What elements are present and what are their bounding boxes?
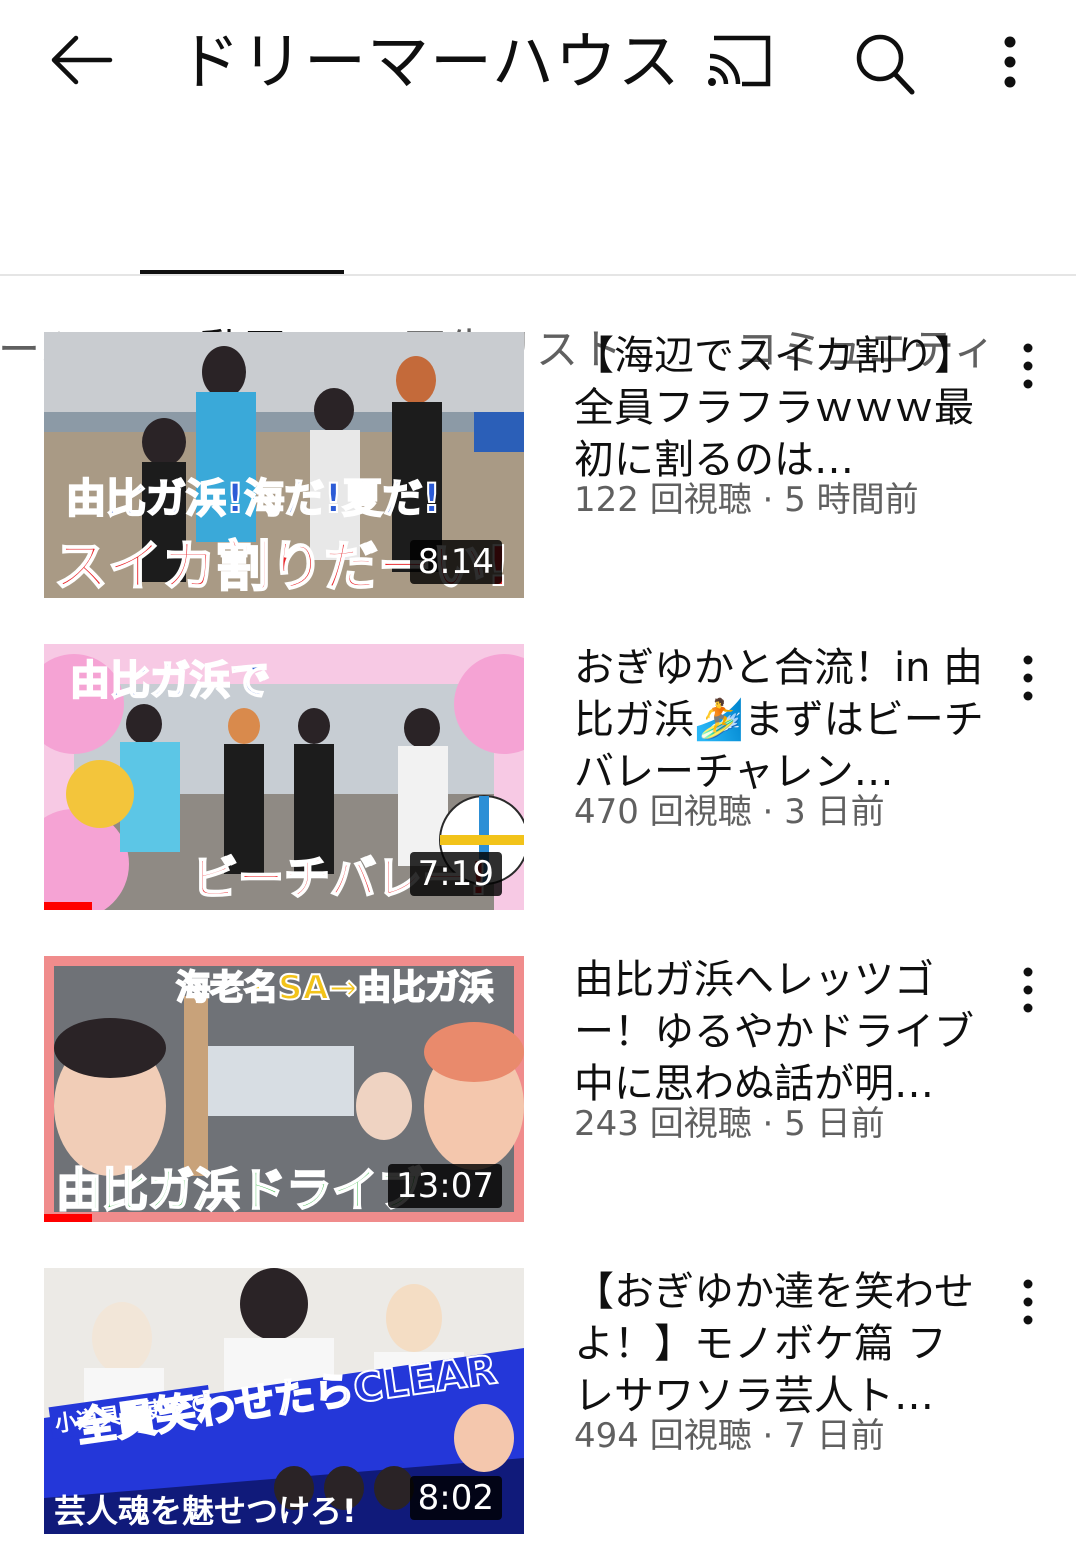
thumbnail-caption-top: 由比ガ浜!海だ!夏だ! [65, 475, 442, 523]
video-title[interactable]: おぎゆかと合流！in 由比ガ浜🏄まずはビーチバレーチャレン… [574, 642, 986, 798]
more-vert-icon [1004, 36, 1016, 88]
top-app-bar: ドリーマーハウス [0, 0, 1076, 120]
channel-title: ドリーマーハウス [178, 25, 681, 98]
video-title[interactable]: 【おぎゆか達を笑わせよ！】モノボケ篇 フレサワソラ芸人ト… [574, 1266, 986, 1422]
channel-videos-screen: ドリーマーハウス ーム 動画 再生リスト [0, 0, 1076, 1556]
cast-icon [708, 35, 771, 87]
video-options-button[interactable] [1010, 960, 1046, 1020]
video-title[interactable]: 由比ガ浜へレッツゴー！ゆるやかドライブ中に思わぬ話が明… [574, 954, 986, 1110]
video-duration: 8:14 [409, 540, 502, 584]
video-thumbnail[interactable]: 小道具を使って 全員笑わせたらCLEAR 芸人魂を魅せつけろ! 8:02 [44, 1268, 524, 1534]
tabs-divider [0, 274, 1076, 276]
watch-progress-bar [44, 902, 92, 910]
video-options-button[interactable] [1010, 336, 1046, 396]
video-list-item[interactable]: 由比ガ浜で ビーチバレー! 7:19 おぎゆかと合流！in 由比ガ浜🏄まずはビー… [0, 628, 1076, 928]
video-meta: 470 回視聴 · 3 日前 [574, 792, 885, 832]
video-thumbnail[interactable]: 由比ガ浜で ビーチバレー! 7:19 [44, 644, 524, 910]
more-options-button[interactable] [984, 26, 1036, 98]
video-duration: 7:19 [409, 852, 502, 896]
more-vert-icon [1023, 343, 1033, 389]
more-vert-icon [1023, 967, 1033, 1013]
video-list-item[interactable]: 小道具を使って 全員笑わせたらCLEAR 芸人魂を魅せつけろ! 8:02 【おぎ… [0, 1252, 1076, 1552]
video-duration: 8:02 [409, 1476, 502, 1520]
video-options-button[interactable] [1010, 1272, 1046, 1332]
video-list-item[interactable]: 由比ガ浜!海だ!夏だ! スイカ割りだーい! 8:14 【海辺でスイカ割り】全員フ… [0, 316, 1076, 616]
video-meta: 243 回視聴 · 5 日前 [574, 1104, 885, 1144]
channel-tabs: ーム 動画 再生リスト コミュニティ [0, 140, 1076, 374]
back-button[interactable] [44, 22, 120, 98]
watch-progress-bar [44, 1214, 92, 1222]
search-icon [856, 34, 915, 95]
video-thumbnail[interactable]: 由比ガ浜!海だ!夏だ! スイカ割りだーい! 8:14 [44, 332, 524, 598]
video-title[interactable]: 【海辺でスイカ割り】全員フラフラｗｗｗ最初に割るのは… [574, 330, 986, 486]
more-vert-icon [1023, 1279, 1033, 1325]
cast-button[interactable] [700, 28, 780, 94]
video-duration: 13:07 [388, 1164, 502, 1208]
more-vert-icon [1023, 655, 1033, 701]
video-list-item[interactable]: 海老名SA→由比ガ浜 由比ガ浜ドライブ 13:07 由比ガ浜へレッツゴー！ゆるや… [0, 940, 1076, 1240]
video-thumbnail[interactable]: 海老名SA→由比ガ浜 由比ガ浜ドライブ 13:07 [44, 956, 524, 1222]
video-meta: 122 回視聴 · 5 時間前 [574, 480, 919, 520]
thumbnail-caption-top: 海老名SA→由比ガ浜 [175, 967, 494, 1009]
video-meta: 494 回視聴 · 7 日前 [574, 1416, 885, 1456]
search-button[interactable] [846, 26, 922, 98]
thumbnail-caption-bottom: 芸人魂を魅せつけろ! [54, 1492, 357, 1530]
thumbnail-caption-bottom: 由比ガ浜ドライブ [55, 1162, 425, 1218]
back-arrow-icon [51, 35, 113, 85]
video-options-button[interactable] [1010, 648, 1046, 708]
thumbnail-caption-top: 由比ガ浜で [69, 657, 271, 705]
